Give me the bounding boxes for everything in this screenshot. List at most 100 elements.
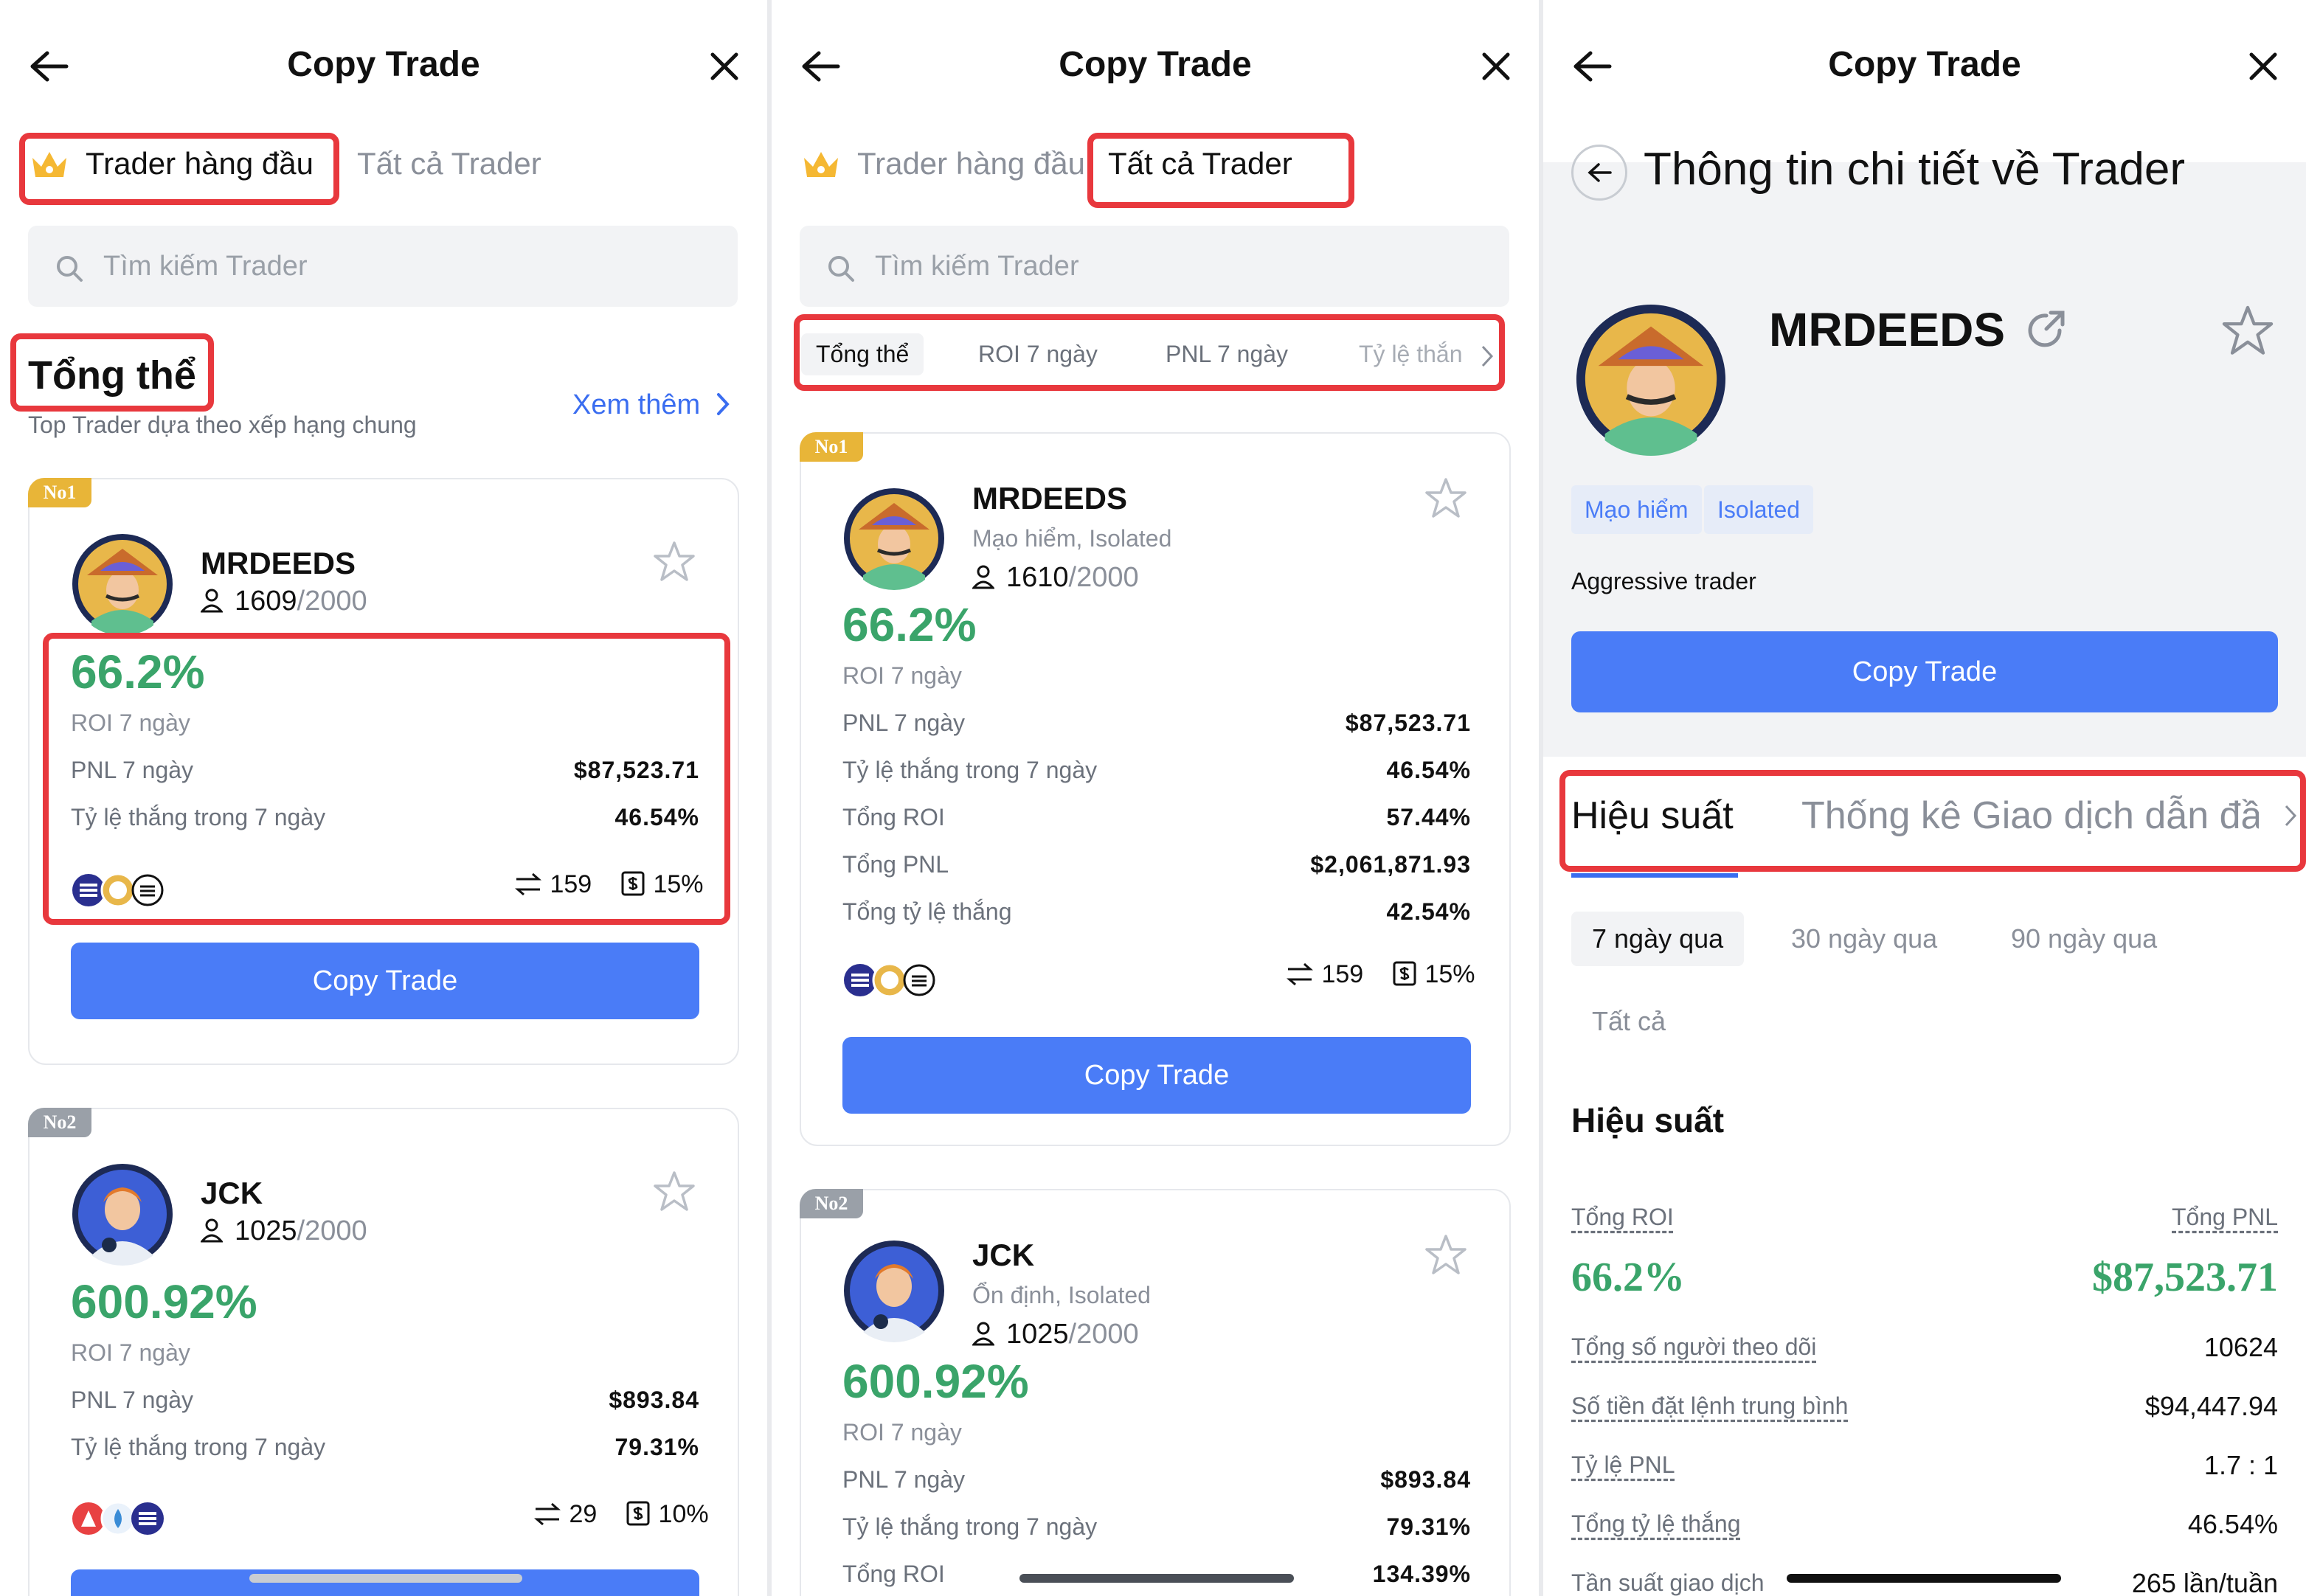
trader-tags: Ổn định, Isolated [972, 1282, 1151, 1308]
total-winrate-row: Tổng tỷ lệ thắng 42.54% [842, 898, 1471, 925]
person-icon [201, 589, 223, 613]
stat-value: 1.7 : 1 [2203, 1450, 2278, 1480]
favorite-star-icon[interactable] [2220, 304, 2275, 358]
panel-all-traders: Copy Trade Trader hàng đầu Tất cả Trader… [772, 0, 1539, 1596]
highlight-box [43, 633, 730, 925]
highlight-box [1087, 133, 1354, 208]
search-icon [828, 256, 854, 282]
share-icon[interactable] [2024, 308, 2068, 353]
rank-badge: No1 [800, 432, 863, 462]
highlight-box [794, 314, 1505, 391]
trader-card[interactable]: No2 JCK Ổn định, Isolated 1025/2000 600.… [800, 1189, 1511, 1596]
favorite-star-icon[interactable] [652, 540, 696, 584]
total-roi-label: Tổng ROI [1571, 1204, 1674, 1230]
close-icon[interactable] [2247, 50, 2279, 83]
close-icon[interactable] [708, 50, 741, 83]
tab-underline [1571, 873, 1738, 878]
home-indicator [1019, 1574, 1294, 1583]
rank-badge: No2 [800, 1189, 863, 1218]
copy-trade-button[interactable]: Copy Trade [71, 943, 699, 1019]
followers-count: 1610/2000 [972, 562, 1139, 594]
panel-top-traders: Copy Trade Trader hàng đầu Tất cả Trader… [0, 0, 767, 1596]
highlight-box [1559, 770, 2306, 872]
trader-avatar [844, 1241, 944, 1342]
trader-name: MRDEEDS [201, 546, 356, 580]
range-30d[interactable]: 30 ngày qua [1791, 923, 1937, 954]
detail-title: Thông tin chi tiết về Trader [1644, 144, 2186, 195]
stat-label: Tổng số người theo dõi [1571, 1333, 1817, 1360]
tab-top-traders[interactable]: Trader hàng đầu [857, 146, 1085, 181]
tag-risky: Mạo hiểm [1571, 485, 1702, 534]
search-placeholder: Tìm kiếm Trader [103, 251, 308, 282]
trader-tags: Mạo hiểm, Isolated [972, 525, 1172, 552]
detail-back-button[interactable] [1571, 145, 1627, 201]
favorite-star-icon[interactable] [1424, 1233, 1468, 1277]
search-input[interactable]: Tìm kiếm Trader [800, 226, 1509, 307]
section-subtitle: Top Trader dựa theo xếp hạng chung [28, 412, 417, 438]
close-icon[interactable] [1480, 50, 1512, 83]
pnl-row: PNL 7 ngày $893.84 [842, 1466, 1471, 1493]
pnl-row: PNL 7 ngày $87,523.71 [842, 709, 1471, 736]
trader-description: Aggressive trader [1571, 568, 1756, 594]
person-icon [972, 1322, 994, 1346]
winrate-row: Tỷ lệ thắng trong 7 ngày 79.31% [842, 1513, 1471, 1540]
roi-label: ROI 7 ngày [842, 662, 962, 689]
total-pnl-value: $87,523.71 [2092, 1255, 2278, 1300]
trader-name: JCK [972, 1238, 1035, 1272]
arrow-left-icon [1587, 163, 1612, 182]
rank-badge: No1 [28, 478, 91, 507]
favorite-star-icon[interactable] [652, 1170, 696, 1214]
search-placeholder: Tìm kiếm Trader [875, 251, 1079, 282]
see-more-link[interactable]: Xem thêm [572, 389, 732, 421]
trader-card[interactable]: No1 MRDEEDS 1609/2000 66.2% ROI 7 ngày P… [28, 478, 739, 1065]
highlight-box [10, 333, 214, 412]
winrate-row: Tỷ lệ thắng trong 7 ngày 46.54% [842, 757, 1471, 783]
stat-label: Tỷ lệ PNL [1571, 1451, 1675, 1478]
swap-icon [534, 1502, 561, 1526]
roi-value: 600.92% [71, 1275, 257, 1328]
trader-avatar [1576, 304, 1726, 456]
trade-stats: 159 15% [1285, 960, 1475, 989]
search-icon [57, 256, 83, 282]
stat-value: $94,447.94 [2144, 1391, 2278, 1421]
coin-icons [844, 962, 935, 998]
stat-label: Tổng tỷ lệ thắng [1571, 1510, 1741, 1537]
trader-card[interactable]: No2 JCK 1025/2000 600.92% ROI 7 ngày PNL… [28, 1108, 739, 1596]
stat-label: Tần suất giao dịch [1571, 1569, 1765, 1596]
document-dollar-icon [1393, 961, 1416, 986]
person-icon [201, 1218, 223, 1243]
pnl-row: PNL 7 ngày $893.84 [71, 1387, 699, 1413]
copy-trade-button[interactable]: Copy Trade [1571, 631, 2278, 712]
trader-avatar [72, 534, 173, 636]
page-title: Copy Trade [1059, 45, 1252, 84]
range-90d[interactable]: 90 ngày qua [2011, 923, 2157, 954]
roi-label: ROI 7 ngày [842, 1419, 962, 1446]
trade-stats: 29 10% [533, 1500, 709, 1529]
stat-label: Số tiền đặt lệnh trung bình [1571, 1392, 1849, 1419]
document-dollar-icon [626, 1501, 650, 1526]
performance-heading: Hiệu suất [1571, 1101, 1725, 1139]
page-title: Copy Trade [287, 45, 480, 84]
tab-all-traders[interactable]: Tất cả Trader [357, 146, 541, 181]
total-pnl-row: Tổng PNL $2,061,871.93 [842, 851, 1471, 878]
range-7d[interactable]: 7 ngày qua [1571, 912, 1745, 966]
trader-name: MRDEEDS [972, 481, 1128, 516]
followers-count: 1025/2000 [201, 1215, 367, 1247]
total-pnl-label: Tổng PNL [2172, 1204, 2279, 1230]
stat-value: 46.54% [2187, 1509, 2278, 1539]
trader-card[interactable]: No1 MRDEEDS Mạo hiểm, Isolated 1610/2000… [800, 432, 1511, 1146]
home-indicator [249, 1574, 522, 1583]
trader-name: MRDEEDS [1769, 303, 2006, 356]
total-roi-row: Tổng ROI 57.44% [842, 804, 1471, 830]
range-all[interactable]: Tất cả [1592, 1006, 1666, 1037]
roi-value: 66.2% [842, 598, 977, 651]
search-input[interactable]: Tìm kiếm Trader [28, 226, 738, 307]
copy-trade-button[interactable]: Copy Trade [842, 1037, 1471, 1114]
trader-avatar [72, 1164, 173, 1266]
tag-isolated: Isolated [1704, 485, 1814, 534]
roi-label: ROI 7 ngày [71, 1339, 190, 1366]
followers-count: 1609/2000 [201, 586, 367, 617]
favorite-star-icon[interactable] [1424, 476, 1468, 521]
see-more-label: Xem thêm [572, 389, 701, 420]
home-indicator [1787, 1574, 2061, 1583]
